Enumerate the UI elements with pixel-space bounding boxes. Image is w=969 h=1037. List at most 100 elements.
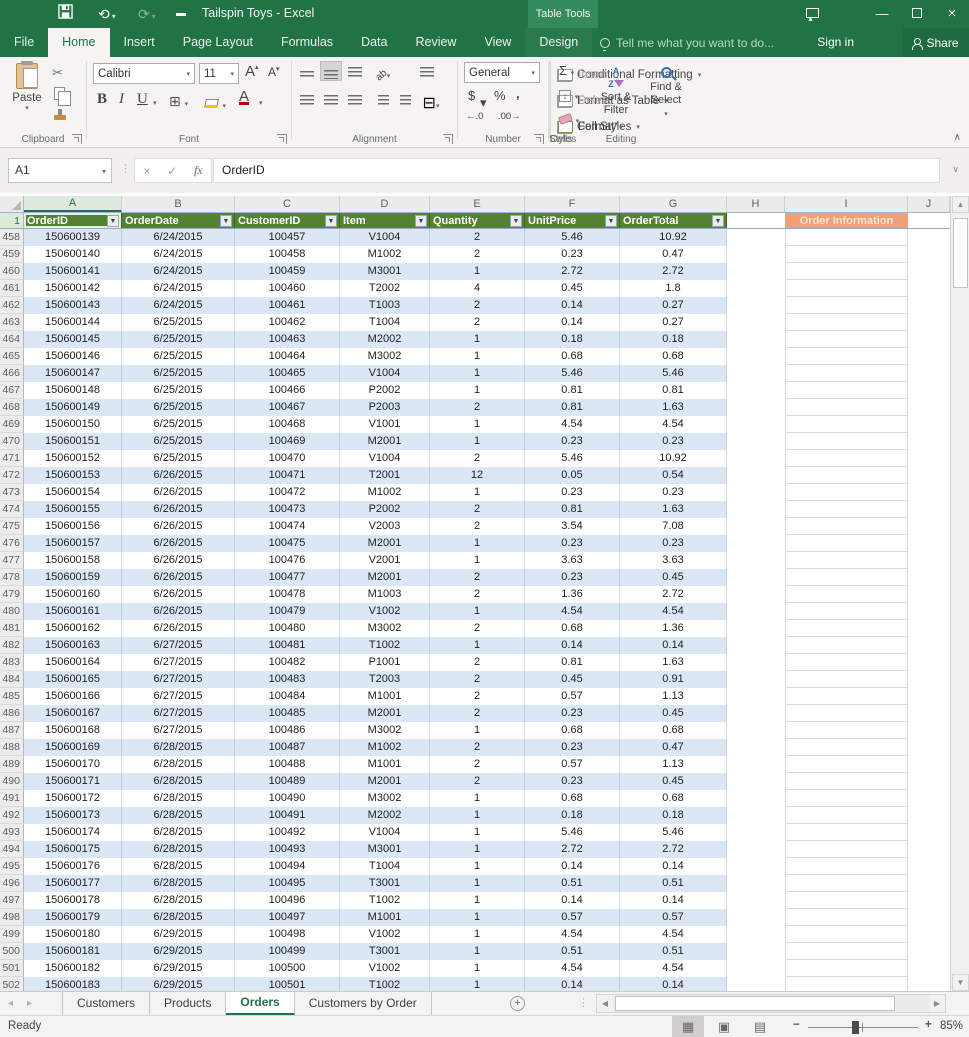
cell[interactable] <box>908 926 950 943</box>
cell[interactable]: M2002 <box>340 331 430 348</box>
table-header-unitprice[interactable]: UnitPrice ▼ <box>525 213 620 228</box>
cell[interactable]: 0.51 <box>620 943 727 960</box>
cell[interactable]: 0.68 <box>525 790 620 807</box>
cell[interactable]: 150600139 <box>24 229 122 246</box>
cell[interactable] <box>727 603 785 620</box>
cell[interactable] <box>908 756 950 773</box>
row-header-489[interactable]: 489 <box>0 756 24 773</box>
cell[interactable]: 150600145 <box>24 331 122 348</box>
row-header-490[interactable]: 490 <box>0 773 24 790</box>
row-header-466[interactable]: 466 <box>0 365 24 382</box>
cell[interactable]: 0.51 <box>620 875 727 892</box>
cell[interactable]: 0.68 <box>525 348 620 365</box>
cell[interactable]: 2 <box>430 569 525 586</box>
cell[interactable]: 150600160 <box>24 586 122 603</box>
cell[interactable] <box>908 535 950 552</box>
cell[interactable]: 1 <box>430 824 525 841</box>
cell[interactable]: 150600168 <box>24 722 122 739</box>
cell[interactable] <box>908 943 950 960</box>
row-header-480[interactable]: 480 <box>0 603 24 620</box>
top-align-icon[interactable] <box>296 61 318 81</box>
cell[interactable]: 0.47 <box>620 739 727 756</box>
column-header-g[interactable]: G <box>620 196 727 212</box>
format-painter-icon[interactable] <box>54 109 66 120</box>
cell[interactable]: 0.45 <box>620 773 727 790</box>
zoom-percentage[interactable]: 85% <box>940 1020 963 1032</box>
normal-view-icon[interactable]: ▦ <box>672 1016 704 1037</box>
cell[interactable]: 6/26/2015 <box>122 518 235 535</box>
row-header-472[interactable]: 472 <box>0 467 24 484</box>
cell[interactable] <box>908 858 950 875</box>
order-information-cell[interactable] <box>785 569 908 586</box>
row-header-499[interactable]: 499 <box>0 926 24 943</box>
cell[interactable]: 2 <box>430 246 525 263</box>
cell[interactable]: 0.14 <box>525 637 620 654</box>
cell[interactable] <box>727 688 785 705</box>
order-information-cell[interactable] <box>785 331 908 348</box>
cell[interactable] <box>727 773 785 790</box>
cell[interactable]: 0.57 <box>525 756 620 773</box>
row-header-481[interactable]: 481 <box>0 620 24 637</box>
filter-dropdown-icon[interactable]: ▼ <box>415 215 427 227</box>
column-header-h[interactable]: H <box>727 196 785 212</box>
cell[interactable]: T2002 <box>340 280 430 297</box>
cell[interactable]: 0.14 <box>620 637 727 654</box>
cell[interactable]: T1002 <box>340 637 430 654</box>
cell[interactable] <box>908 739 950 756</box>
order-information-cell[interactable] <box>785 790 908 807</box>
cell[interactable]: 0.51 <box>525 875 620 892</box>
cell[interactable]: M3001 <box>340 841 430 858</box>
number-format-combo[interactable]: General ▾ <box>464 62 540 83</box>
row-header-464[interactable]: 464 <box>0 331 24 348</box>
order-information-cell[interactable] <box>785 280 908 297</box>
cell[interactable]: 6/26/2015 <box>122 467 235 484</box>
cell[interactable]: 3.54 <box>525 518 620 535</box>
cell[interactable]: 4.54 <box>620 603 727 620</box>
cell[interactable]: 100493 <box>235 841 340 858</box>
cell[interactable]: 6/27/2015 <box>122 671 235 688</box>
formula-bar-input[interactable]: OrderID <box>213 158 940 183</box>
autosum-icon[interactable]: Σ ▾ <box>559 63 589 78</box>
cell[interactable]: 6/28/2015 <box>122 892 235 909</box>
cell[interactable]: 1 <box>430 807 525 824</box>
sign-in-link[interactable]: Sign in <box>817 28 854 57</box>
cell[interactable] <box>727 892 785 909</box>
cell[interactable]: 1 <box>430 263 525 280</box>
order-information-cell[interactable] <box>785 263 908 280</box>
cell[interactable] <box>727 484 785 501</box>
cell[interactable]: T1002 <box>340 892 430 909</box>
filter-dropdown-icon[interactable]: ▼ <box>712 215 724 227</box>
cell[interactable]: 150600141 <box>24 263 122 280</box>
cell[interactable] <box>727 756 785 773</box>
cell[interactable]: T1004 <box>340 314 430 331</box>
cell[interactable] <box>908 518 950 535</box>
cell[interactable]: 100494 <box>235 858 340 875</box>
cell[interactable]: 2 <box>430 688 525 705</box>
order-information-cell[interactable] <box>785 348 908 365</box>
font-dialog-launcher-icon[interactable] <box>277 134 287 144</box>
cell[interactable]: 1 <box>430 875 525 892</box>
cell[interactable]: 1.13 <box>620 756 727 773</box>
order-information-cell[interactable] <box>785 671 908 688</box>
cell[interactable]: 100468 <box>235 416 340 433</box>
cell[interactable]: 100461 <box>235 297 340 314</box>
cell[interactable] <box>727 654 785 671</box>
cell[interactable]: 0.18 <box>620 331 727 348</box>
cell[interactable]: 6/29/2015 <box>122 943 235 960</box>
cell[interactable]: 0.27 <box>620 314 727 331</box>
cell[interactable]: 2 <box>430 399 525 416</box>
tell-me-box[interactable]: Tell me what you want to do... <box>600 28 774 57</box>
cell[interactable]: 6/25/2015 <box>122 399 235 416</box>
cell[interactable] <box>727 722 785 739</box>
order-information-cell[interactable] <box>785 382 908 399</box>
cell[interactable]: 1 <box>430 603 525 620</box>
cell[interactable]: 0.23 <box>525 535 620 552</box>
vertical-scrollbar[interactable]: ▲ ▼ <box>950 196 969 991</box>
cell[interactable]: 150600156 <box>24 518 122 535</box>
cell[interactable] <box>908 977 950 991</box>
cell[interactable] <box>727 705 785 722</box>
cell[interactable] <box>908 314 950 331</box>
sheet-nav-arrows[interactable]: ◂▸ <box>8 992 46 1015</box>
cell[interactable]: 150600143 <box>24 297 122 314</box>
cell[interactable]: 1 <box>430 977 525 991</box>
